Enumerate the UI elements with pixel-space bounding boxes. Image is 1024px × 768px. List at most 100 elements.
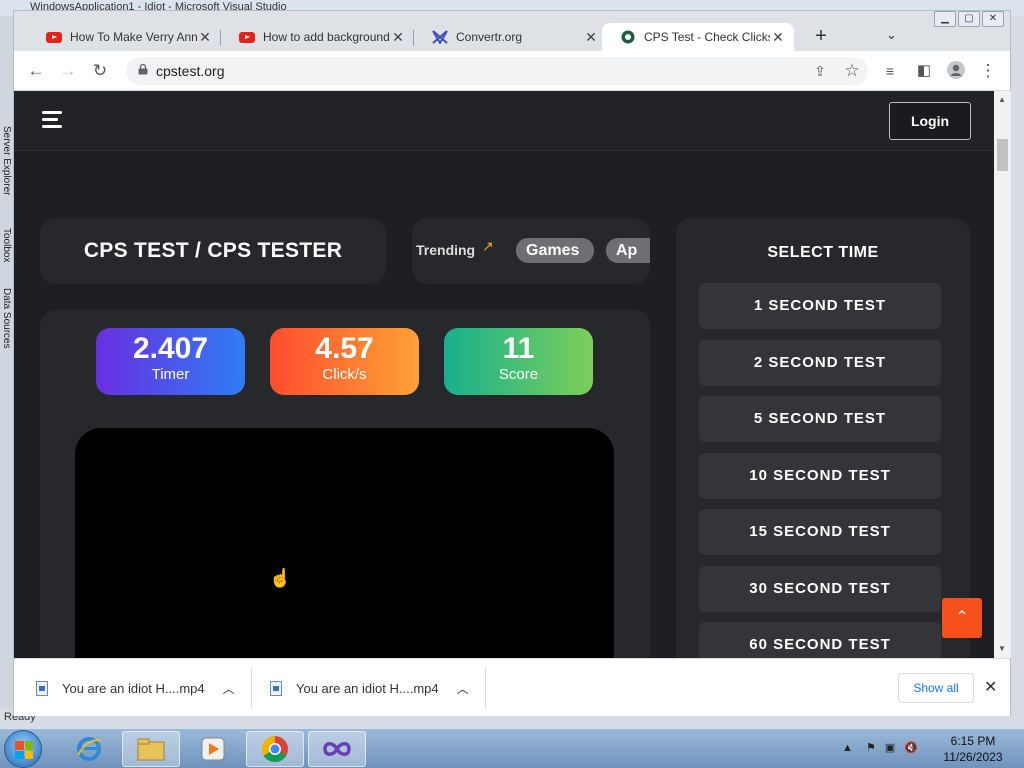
page-scrollbar[interactable]: ▲ ▼: [994, 91, 1011, 658]
timer-label: Timer: [151, 366, 190, 383]
time-option-5s[interactable]: 5 SECOND TEST: [699, 396, 941, 442]
profile-avatar-icon[interactable]: [946, 61, 966, 84]
hand-cursor-icon: ☝: [269, 568, 292, 588]
chrome-icon[interactable]: [246, 731, 304, 767]
youtube-icon: [239, 29, 255, 45]
system-tray: ▲ ⚑ ▣ 🔇: [842, 741, 918, 754]
network-icon[interactable]: ▣: [885, 742, 895, 754]
reload-icon[interactable]: ↻: [90, 61, 110, 81]
download-item-1[interactable]: You are an idiot H....mp4 ︿: [36, 659, 235, 717]
close-tab-icon[interactable]: ✕: [197, 29, 213, 46]
forward-arrow-icon[interactable]: →: [58, 61, 78, 81]
close-tab-icon[interactable]: ✕: [770, 29, 786, 46]
trending-chip-games[interactable]: Games: [516, 238, 594, 263]
youtube-icon: [46, 29, 62, 45]
chrome-window: How To Make Verry Annoying Program ✕ How…: [13, 10, 1011, 716]
close-tab-icon[interactable]: ✕: [583, 29, 599, 46]
action-center-flag-icon[interactable]: ⚑: [866, 742, 876, 754]
page-viewport: Login CPS TEST / CPS TESTER Trending ↗ G…: [14, 91, 994, 658]
download-filename: You are an idiot H....mp4: [296, 680, 439, 696]
volume-muted-icon[interactable]: 🔇: [904, 742, 918, 754]
score-label: Score: [498, 366, 539, 383]
start-button[interactable]: [4, 730, 42, 768]
clock-date: 11/26/2023: [943, 750, 1003, 764]
window-controls: ▁ ▢ ✕: [934, 11, 1004, 27]
minimize-button[interactable]: ▁: [934, 11, 956, 27]
time-option-10s[interactable]: 10 SECOND TEST: [699, 453, 941, 499]
media-playlist-icon[interactable]: ≡: [880, 61, 900, 81]
time-option-30s[interactable]: 30 SECOND TEST: [699, 566, 941, 612]
trending-label: Trending: [416, 242, 476, 258]
select-time-heading: SELECT TIME: [767, 244, 879, 261]
cpstest-icon: [620, 29, 636, 45]
scroll-up-arrow-icon[interactable]: ▲: [998, 95, 1006, 104]
tab-cpstest[interactable]: CPS Test - Check Clicks per Second ✕: [602, 23, 794, 51]
browser-toolbar: ← → ↻ cpstest.org ⇪ ☆ ≡ ◧ ⋮: [14, 51, 1010, 91]
tab-title: How To Make Verry Annoying Program: [70, 30, 197, 44]
download-filename: You are an idiot H....mp4: [62, 680, 205, 696]
time-option-2s[interactable]: 2 SECOND TEST: [699, 340, 941, 386]
close-shelf-icon[interactable]: ✕: [984, 677, 997, 697]
time-option-60s[interactable]: 60 SECOND TEST: [699, 622, 941, 658]
windows-taskbar: ▲ ⚑ ▣ 🔇 6:15 PM 11/26/2023: [0, 728, 1024, 768]
trending-arrow-icon: ↗: [482, 238, 494, 254]
time-option-15s[interactable]: 15 SECOND TEST: [699, 509, 941, 555]
kebab-menu-icon[interactable]: ⋮: [978, 61, 998, 81]
score-value: 11: [502, 332, 535, 365]
vs-side-panel: Server Explorer Toolbox Data Sources: [0, 16, 13, 716]
maximize-button[interactable]: ▢: [958, 11, 980, 27]
tab-youtube-background-music[interactable]: How to add background music ✕: [221, 23, 414, 51]
address-bar[interactable]: cpstest.org: [126, 57, 868, 85]
internet-explorer-icon[interactable]: [60, 731, 118, 767]
close-window-button[interactable]: ✕: [982, 11, 1004, 27]
login-button[interactable]: Login: [889, 102, 971, 140]
new-tab-button[interactable]: +: [809, 25, 833, 48]
share-icon[interactable]: ⇪: [810, 61, 830, 81]
convertr-icon: [432, 29, 448, 45]
timer-value: 2.407: [132, 332, 209, 365]
file-explorer-icon[interactable]: [122, 731, 180, 767]
trending-chip-ap[interactable]: Ap: [606, 238, 650, 263]
show-all-button[interactable]: Show all: [898, 673, 974, 703]
scroll-to-top-button[interactable]: ⌃: [942, 598, 982, 638]
chevron-up-icon[interactable]: ︿: [457, 680, 469, 697]
tab-title: Convertr.org: [456, 30, 523, 44]
clock-time: 6:15 PM: [950, 734, 996, 748]
cps-label: Click/s: [322, 366, 367, 383]
hamburger-menu-icon[interactable]: [42, 111, 62, 128]
download-shelf: You are an idiot H....mp4 ︿ You are an i…: [14, 658, 1010, 716]
show-hidden-icons-icon[interactable]: ▲: [842, 742, 853, 754]
side-panel-icon[interactable]: ◧: [914, 61, 934, 81]
close-tab-icon[interactable]: ✕: [390, 29, 406, 46]
scrollbar-thumb[interactable]: [997, 139, 1008, 171]
taskbar-clock[interactable]: 6:15 PM 11/26/2023: [940, 733, 1006, 765]
site-header: Login: [14, 91, 994, 151]
back-arrow-icon[interactable]: ←: [26, 61, 46, 81]
bookmark-star-icon[interactable]: ☆: [842, 61, 862, 81]
server-explorer-tab[interactable]: Server Explorer: [1, 126, 12, 195]
video-file-icon: [36, 680, 48, 696]
tab-convertr[interactable]: Convertr.org ✕: [414, 23, 607, 51]
time-option-1s[interactable]: 1 SECOND TEST: [699, 283, 941, 329]
lock-icon: [138, 64, 148, 75]
download-item-2[interactable]: You are an idiot H....mp4 ︿: [270, 659, 469, 717]
tab-search-chevron-icon[interactable]: ⌄: [886, 27, 897, 43]
cps-stat: 4.57 Click/s: [270, 328, 419, 395]
url-text: cpstest.org: [156, 63, 225, 79]
toolbox-tab[interactable]: Toolbox: [1, 228, 12, 262]
tab-title: How to add background music: [263, 30, 390, 44]
media-player-icon[interactable]: [184, 731, 242, 767]
chevron-up-icon[interactable]: ︿: [223, 680, 235, 697]
click-area[interactable]: [75, 428, 614, 658]
cps-value: 4.57: [315, 332, 374, 365]
score-stat: 11 Score: [444, 328, 593, 395]
scroll-down-arrow-icon[interactable]: ▼: [998, 644, 1006, 653]
tab-strip: How To Make Verry Annoying Program ✕ How…: [14, 11, 1010, 51]
page-title: CPS TEST / CPS TESTER: [83, 239, 343, 262]
title-card: CPS TEST / CPS TESTER: [40, 218, 386, 284]
tab-youtube-annoying-program[interactable]: How To Make Verry Annoying Program ✕: [28, 23, 221, 51]
visual-studio-icon[interactable]: [308, 731, 366, 767]
trending-bar: Trending ↗ Games Ap: [412, 218, 650, 284]
video-file-icon: [270, 680, 282, 696]
data-sources-tab[interactable]: Data Sources: [1, 288, 12, 349]
